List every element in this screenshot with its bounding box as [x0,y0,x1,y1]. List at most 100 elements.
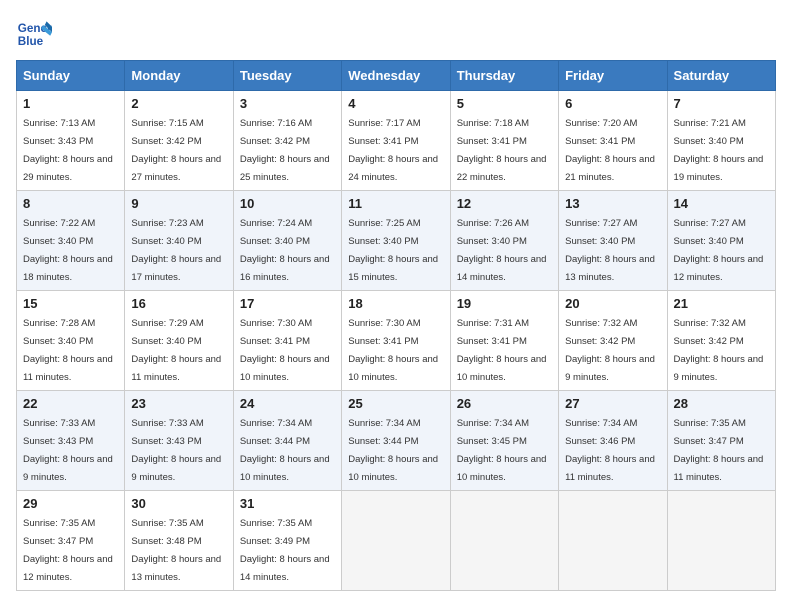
cell-info: Sunrise: 7:15 AMSunset: 3:42 PMDaylight:… [131,118,221,183]
cell-info: Sunrise: 7:34 AMSunset: 3:46 PMDaylight:… [565,418,655,483]
calendar-cell: 17Sunrise: 7:30 AMSunset: 3:41 PMDayligh… [233,291,341,391]
day-number: 7 [674,96,769,111]
page-header: General Blue [16,16,776,52]
day-number: 23 [131,396,226,411]
day-number: 12 [457,196,552,211]
weekday-thursday: Thursday [450,61,558,91]
cell-info: Sunrise: 7:16 AMSunset: 3:42 PMDaylight:… [240,118,330,183]
cell-info: Sunrise: 7:27 AMSunset: 3:40 PMDaylight:… [674,218,764,283]
cell-info: Sunrise: 7:34 AMSunset: 3:44 PMDaylight:… [348,418,438,483]
cell-info: Sunrise: 7:28 AMSunset: 3:40 PMDaylight:… [23,318,113,383]
calendar-cell: 21Sunrise: 7:32 AMSunset: 3:42 PMDayligh… [667,291,775,391]
day-number: 15 [23,296,118,311]
calendar-cell: 24Sunrise: 7:34 AMSunset: 3:44 PMDayligh… [233,391,341,491]
cell-info: Sunrise: 7:35 AMSunset: 3:47 PMDaylight:… [674,418,764,483]
day-number: 19 [457,296,552,311]
weekday-wednesday: Wednesday [342,61,450,91]
weekday-monday: Monday [125,61,233,91]
day-number: 11 [348,196,443,211]
day-number: 30 [131,496,226,511]
cell-info: Sunrise: 7:33 AMSunset: 3:43 PMDaylight:… [131,418,221,483]
day-number: 10 [240,196,335,211]
logo: General Blue [16,16,52,52]
calendar-week-1: 1 Sunrise: 7:13 AMSunset: 3:43 PMDaylight… [17,91,776,191]
calendar-cell: 6 Sunrise: 7:20 AMSunset: 3:41 PMDaylight… [559,91,667,191]
cell-info: Sunrise: 7:25 AMSunset: 3:40 PMDaylight:… [348,218,438,283]
calendar-cell: 9 Sunrise: 7:23 AMSunset: 3:40 PMDaylight… [125,191,233,291]
day-number: 28 [674,396,769,411]
calendar-cell: 31 Sunrise: 7:35 AMSunset: 3:49 PMDayligh… [233,491,341,591]
day-number: 2 [131,96,226,111]
cell-info: Sunrise: 7:20 AMSunset: 3:41 PMDaylight:… [565,118,655,183]
calendar-cell: 23 Sunrise: 7:33 AMSunset: 3:43 PMDayligh… [125,391,233,491]
cell-info: Sunrise: 7:35 AMSunset: 3:47 PMDaylight:… [23,518,113,583]
cell-info: Sunrise: 7:24 AMSunset: 3:40 PMDaylight:… [240,218,330,283]
cell-info: Sunrise: 7:35 AMSunset: 3:48 PMDaylight:… [131,518,221,583]
calendar-cell: 5 Sunrise: 7:18 AMSunset: 3:41 PMDaylight… [450,91,558,191]
calendar-cell: 11 Sunrise: 7:25 AMSunset: 3:40 PMDayligh… [342,191,450,291]
cell-info: Sunrise: 7:33 AMSunset: 3:43 PMDaylight:… [23,418,113,483]
calendar-week-3: 15 Sunrise: 7:28 AMSunset: 3:40 PMDayligh… [17,291,776,391]
calendar-cell: 22 Sunrise: 7:33 AMSunset: 3:43 PMDayligh… [17,391,125,491]
cell-info: Sunrise: 7:34 AMSunset: 3:45 PMDaylight:… [457,418,547,483]
weekday-header-row: SundayMondayTuesdayWednesdayThursdayFrid… [17,61,776,91]
cell-info: Sunrise: 7:31 AMSunset: 3:41 PMDaylight:… [457,318,547,383]
calendar-cell [559,491,667,591]
day-number: 22 [23,396,118,411]
day-number: 6 [565,96,660,111]
day-number: 17 [240,296,335,311]
calendar-cell: 19 Sunrise: 7:31 AMSunset: 3:41 PMDayligh… [450,291,558,391]
day-number: 16 [131,296,226,311]
cell-info: Sunrise: 7:13 AMSunset: 3:43 PMDaylight:… [23,118,113,183]
calendar-cell [342,491,450,591]
calendar-cell: 15 Sunrise: 7:28 AMSunset: 3:40 PMDayligh… [17,291,125,391]
cell-info: Sunrise: 7:18 AMSunset: 3:41 PMDaylight:… [457,118,547,183]
cell-info: Sunrise: 7:26 AMSunset: 3:40 PMDaylight:… [457,218,547,283]
day-number: 25 [348,396,443,411]
calendar-cell: 29 Sunrise: 7:35 AMSunset: 3:47 PMDayligh… [17,491,125,591]
calendar-cell: 1 Sunrise: 7:13 AMSunset: 3:43 PMDaylight… [17,91,125,191]
weekday-friday: Friday [559,61,667,91]
day-number: 1 [23,96,118,111]
cell-info: Sunrise: 7:32 AMSunset: 3:42 PMDaylight:… [674,318,764,383]
cell-info: Sunrise: 7:29 AMSunset: 3:40 PMDaylight:… [131,318,221,383]
calendar-cell [450,491,558,591]
day-number: 8 [23,196,118,211]
logo-icon: General Blue [16,16,52,52]
calendar-cell: 18 Sunrise: 7:30 AMSunset: 3:41 PMDayligh… [342,291,450,391]
cell-info: Sunrise: 7:22 AMSunset: 3:40 PMDaylight:… [23,218,113,283]
calendar-week-2: 8 Sunrise: 7:22 AMSunset: 3:40 PMDaylight… [17,191,776,291]
cell-info: Sunrise: 7:21 AMSunset: 3:40 PMDaylight:… [674,118,764,183]
calendar-cell: 14 Sunrise: 7:27 AMSunset: 3:40 PMDayligh… [667,191,775,291]
calendar-cell: 7 Sunrise: 7:21 AMSunset: 3:40 PMDaylight… [667,91,775,191]
calendar-cell: 4 Sunrise: 7:17 AMSunset: 3:41 PMDaylight… [342,91,450,191]
calendar-cell: 2 Sunrise: 7:15 AMSunset: 3:42 PMDaylight… [125,91,233,191]
day-number: 18 [348,296,443,311]
day-number: 9 [131,196,226,211]
day-number: 13 [565,196,660,211]
calendar-table: SundayMondayTuesdayWednesdayThursdayFrid… [16,60,776,591]
calendar-cell [667,491,775,591]
cell-info: Sunrise: 7:17 AMSunset: 3:41 PMDaylight:… [348,118,438,183]
cell-info: Sunrise: 7:30 AMSunset: 3:41 PMDaylight:… [348,318,438,383]
day-number: 5 [457,96,552,111]
calendar-body: 1 Sunrise: 7:13 AMSunset: 3:43 PMDaylight… [17,91,776,591]
calendar-cell: 27 Sunrise: 7:34 AMSunset: 3:46 PMDayligh… [559,391,667,491]
calendar-cell: 16 Sunrise: 7:29 AMSunset: 3:40 PMDayligh… [125,291,233,391]
day-number: 27 [565,396,660,411]
cell-info: Sunrise: 7:35 AMSunset: 3:49 PMDaylight:… [240,518,330,583]
day-number: 3 [240,96,335,111]
day-number: 31 [240,496,335,511]
cell-info: Sunrise: 7:23 AMSunset: 3:40 PMDaylight:… [131,218,221,283]
weekday-sunday: Sunday [17,61,125,91]
svg-text:Blue: Blue [18,35,44,48]
calendar-cell: 20Sunrise: 7:32 AMSunset: 3:42 PMDayligh… [559,291,667,391]
cell-info: Sunrise: 7:32 AMSunset: 3:42 PMDaylight:… [565,318,655,383]
day-number: 14 [674,196,769,211]
day-number: 26 [457,396,552,411]
day-number: 4 [348,96,443,111]
day-number: 29 [23,496,118,511]
calendar-cell: 30 Sunrise: 7:35 AMSunset: 3:48 PMDayligh… [125,491,233,591]
calendar-cell: 25 Sunrise: 7:34 AMSunset: 3:44 PMDayligh… [342,391,450,491]
weekday-tuesday: Tuesday [233,61,341,91]
